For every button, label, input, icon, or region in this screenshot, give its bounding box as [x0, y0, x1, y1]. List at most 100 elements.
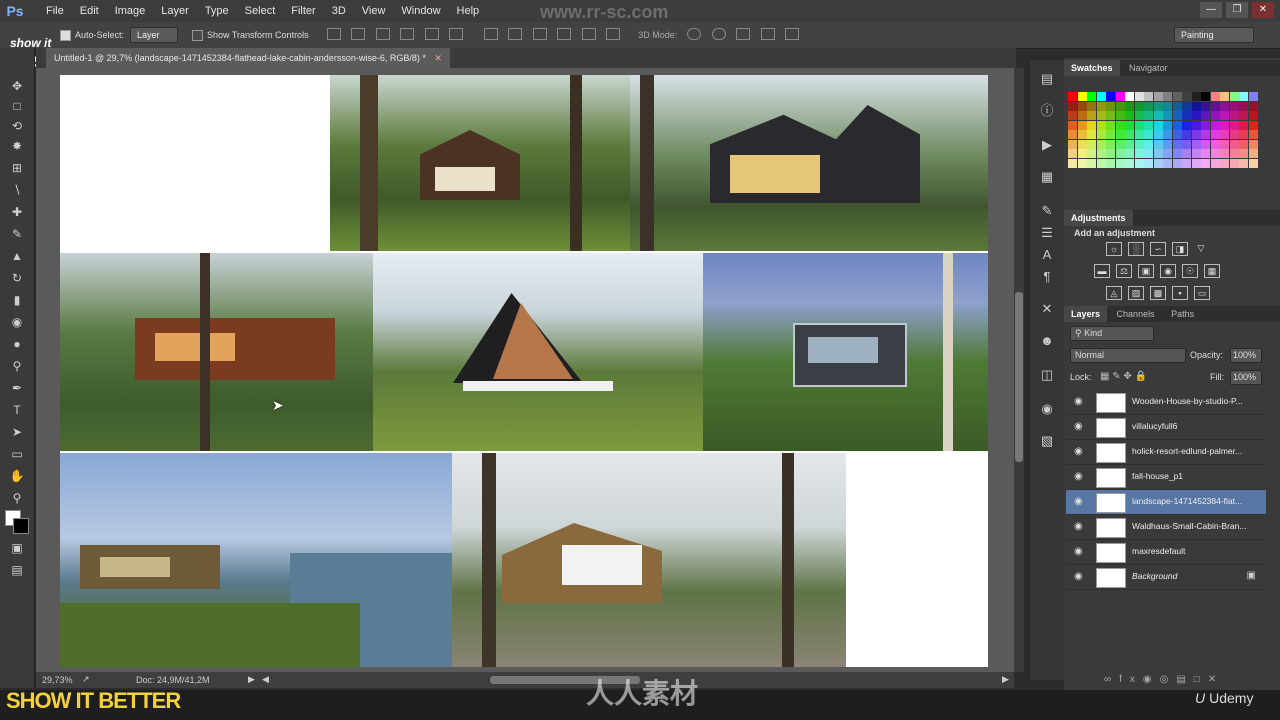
channel-mixer-icon[interactable]: ☉ [1182, 264, 1198, 278]
move-tool-icon[interactable]: ✥ [8, 78, 26, 94]
color-swatch[interactable] [1191, 92, 1201, 101]
color-swatch[interactable] [1077, 149, 1087, 158]
color-swatch[interactable] [1068, 92, 1077, 101]
color-swatch[interactable] [1163, 111, 1172, 120]
curves-icon[interactable]: ∽ [1150, 242, 1166, 256]
color-swatch[interactable] [1191, 111, 1201, 120]
color-swatch[interactable] [1144, 158, 1153, 168]
menu-edit[interactable]: Edit [72, 5, 107, 17]
color-swatch[interactable] [1125, 92, 1134, 101]
color-swatch[interactable] [1239, 101, 1248, 111]
brush-tool-icon[interactable]: ✎ [8, 226, 26, 242]
color-swatch[interactable] [1153, 111, 1163, 120]
color-swatch[interactable] [1201, 139, 1210, 149]
screen-mode-icon[interactable]: ▤ [8, 562, 26, 578]
threshold-icon[interactable]: ▩ [1150, 286, 1166, 300]
color-swatch[interactable] [1172, 139, 1182, 149]
color-swatch[interactable] [1125, 101, 1134, 111]
align-hcenter-icon[interactable] [424, 28, 439, 40]
color-swatch[interactable] [1106, 120, 1115, 130]
color-swatch[interactable] [1229, 130, 1239, 139]
clone-source-icon[interactable]: ☻ [1038, 332, 1056, 350]
restore-icon[interactable]: ❐ [1226, 2, 1248, 18]
close-tab-icon[interactable]: ✕ [434, 53, 442, 63]
visibility-eye-icon[interactable]: ◉ [1074, 521, 1083, 532]
color-swatch[interactable] [1182, 149, 1191, 158]
distribute-vcenter-icon[interactable] [508, 28, 523, 40]
scroll-right-icon[interactable]: ▶ [1002, 674, 1009, 685]
color-swatch[interactable] [1220, 111, 1229, 120]
color-swatch[interactable] [1096, 139, 1106, 149]
history-panel-icon[interactable]: ▤ [1038, 70, 1056, 88]
photo-villa-lucy[interactable] [630, 75, 988, 251]
color-swatch[interactable] [1239, 92, 1248, 101]
color-swatch[interactable] [1182, 111, 1191, 120]
color-swatch[interactable] [1068, 158, 1077, 168]
color-balance-icon[interactable]: ⚖ [1116, 264, 1132, 278]
black-white-icon[interactable]: ▣ [1138, 264, 1154, 278]
visibility-eye-icon[interactable]: ◉ [1074, 496, 1083, 507]
color-swatch[interactable] [1115, 92, 1125, 101]
color-swatch[interactable] [1210, 139, 1220, 149]
color-swatch[interactable] [1172, 158, 1182, 168]
color-swatch[interactable] [1220, 120, 1229, 130]
color-swatch[interactable] [1134, 130, 1144, 139]
color-swatch[interactable] [1134, 101, 1144, 111]
minimize-icon[interactable]: — [1200, 2, 1222, 18]
properties-panel-icon[interactable]: ▧ [1038, 432, 1056, 450]
color-swatch[interactable] [1077, 111, 1087, 120]
menu-type[interactable]: Type [197, 5, 237, 17]
menu-view[interactable]: View [354, 5, 394, 17]
eraser-tool-icon[interactable]: ▮ [8, 292, 26, 308]
color-swatch[interactable] [1239, 149, 1248, 158]
color-swatch[interactable] [1153, 92, 1163, 101]
color-swatch[interactable] [1210, 92, 1220, 101]
menu-select[interactable]: Select [237, 5, 284, 17]
color-swatch[interactable] [1210, 149, 1220, 158]
color-swatch[interactable] [1115, 139, 1125, 149]
auto-select-dropdown[interactable]: Layer [130, 27, 179, 43]
tab-layers[interactable]: Layers [1064, 306, 1108, 322]
color-swatch[interactable] [1248, 139, 1258, 149]
color-swatch[interactable] [1163, 92, 1172, 101]
layer-row[interactable]: ◉ landscape-1471452384-flat... [1066, 490, 1266, 515]
color-swatch[interactable] [1239, 120, 1248, 130]
color-swatch[interactable] [1210, 111, 1220, 120]
color-swatch[interactable] [1077, 101, 1087, 111]
color-swatch[interactable] [1153, 158, 1163, 168]
menu-file[interactable]: File [38, 5, 72, 17]
scroll-left-icon[interactable]: ◀ [262, 674, 269, 685]
color-swatch[interactable] [1144, 149, 1153, 158]
background-color-swatch[interactable] [13, 518, 29, 534]
color-swatch[interactable] [1087, 130, 1096, 139]
tab-channels[interactable]: Channels [1110, 306, 1162, 322]
color-swatch[interactable] [1163, 101, 1172, 111]
color-swatch[interactable] [1077, 139, 1087, 149]
color-swatch[interactable] [1144, 139, 1153, 149]
visibility-eye-icon[interactable]: ◉ [1074, 446, 1083, 457]
color-swatch[interactable] [1239, 139, 1248, 149]
color-swatch[interactable] [1134, 158, 1144, 168]
layer-row[interactable]: ◉ maxresdefault [1066, 540, 1266, 565]
color-swatch[interactable] [1115, 120, 1125, 130]
photo-holick-resort[interactable] [60, 253, 373, 451]
color-swatch[interactable] [1115, 130, 1125, 139]
color-swatch[interactable] [1153, 130, 1163, 139]
color-swatch[interactable] [1182, 92, 1191, 101]
color-swatch[interactable] [1096, 120, 1106, 130]
pen-tool-icon[interactable]: ✒ [8, 380, 26, 396]
fill-input[interactable]: 100% [1230, 370, 1262, 385]
photo-maxresdefault[interactable] [452, 453, 846, 667]
color-swatch[interactable] [1248, 158, 1258, 168]
rectangle-tool-icon[interactable]: ▭ [8, 446, 26, 462]
color-swatch[interactable] [1163, 130, 1172, 139]
visibility-eye-icon[interactable]: ◉ [1074, 421, 1083, 432]
3d-panel-icon[interactable]: ◉ [1038, 400, 1056, 418]
color-swatch[interactable] [1229, 92, 1239, 101]
color-swatch[interactable] [1153, 120, 1163, 130]
color-swatch[interactable] [1220, 92, 1229, 101]
color-swatch[interactable] [1115, 101, 1125, 111]
color-swatch[interactable] [1125, 139, 1134, 149]
align-left-icon[interactable] [400, 28, 415, 40]
layer-bottom-buttons[interactable]: ∞fx◉◎▤□✕ [1104, 674, 1224, 685]
